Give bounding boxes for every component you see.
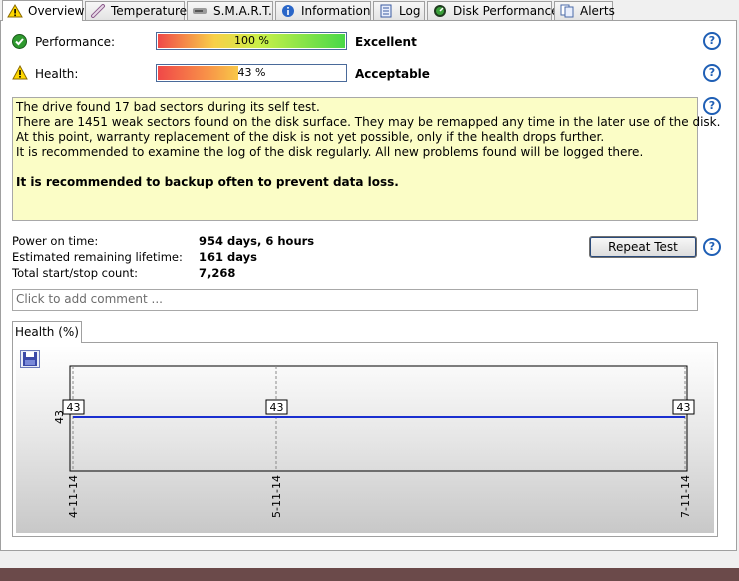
tab-disk-performance[interactable]: Disk Performance	[427, 1, 559, 20]
x-tick-label: 7-11-14	[679, 475, 692, 518]
health-label: Health:	[35, 67, 79, 81]
help-icon[interactable]: ?	[703, 64, 721, 82]
help-icon[interactable]: ?	[703, 32, 721, 50]
check-icon	[12, 34, 27, 52]
x-tick-label: 4-11-14	[67, 475, 80, 518]
warning-icon	[12, 64, 28, 83]
data-label: 43	[67, 401, 81, 414]
smart-icon	[192, 4, 208, 18]
y-tick-label: 43	[53, 410, 66, 424]
remaining-lifetime-label: Estimated remaining lifetime:	[12, 250, 183, 264]
data-label: 43	[677, 401, 691, 414]
tab-label: S.M.A.R.T.	[213, 4, 272, 18]
gauge-icon	[432, 4, 448, 18]
comment-input[interactable]: Click to add comment ...	[12, 289, 698, 311]
data-label: 43	[270, 401, 284, 414]
tab-label: Information	[301, 4, 371, 18]
start-stop-count-value: 7,268	[199, 266, 236, 280]
help-icon[interactable]: ?	[703, 238, 721, 256]
warning-icon	[7, 4, 23, 18]
log-icon	[378, 4, 394, 18]
start-stop-count-label: Total start/stop count:	[12, 266, 138, 280]
help-icon[interactable]: ?	[703, 97, 721, 115]
info-icon	[280, 4, 296, 18]
power-on-time-value: 954 days, 6 hours	[199, 234, 315, 248]
performance-bar: 100 %	[156, 32, 347, 50]
message-line: It is recommended to examine the log of …	[16, 145, 644, 159]
health-quality: Acceptable	[355, 67, 430, 81]
health-chart: 43 43 43434-11-14 5-11-14 7-11-14	[53, 365, 695, 518]
alerts-icon	[559, 4, 575, 18]
status-message: The drive found 17 bad sectors during it…	[12, 97, 721, 221]
thermometer-icon	[90, 4, 106, 18]
tab-label: Log	[399, 4, 421, 18]
tab-label: Overview	[28, 4, 85, 18]
health-chart-frame: 43 43 43 43 4-11-14 5-11-14 7-11-14	[12, 342, 718, 537]
power-on-time-label: Power on time:	[12, 234, 99, 248]
remaining-lifetime-value: 161 days	[199, 250, 257, 264]
tab-log[interactable]: Log	[373, 1, 425, 20]
message-line: The drive found 17 bad sectors during it…	[16, 100, 320, 114]
repeat-test-button[interactable]: Repeat Test	[589, 236, 697, 258]
tab-health-chart[interactable]: Health (%)	[12, 321, 82, 343]
window-bottom-edge	[0, 568, 739, 581]
tab-alerts[interactable]: Alerts	[554, 1, 615, 20]
health-bar: 43 %	[156, 64, 347, 82]
tab-label: Disk Performance	[453, 4, 559, 18]
performance-percent: 100 %	[234, 34, 269, 47]
tab-bar: Overview Temperature S.M.A.R.T. Informat…	[0, 0, 739, 21]
tab-overview[interactable]: Overview	[2, 0, 85, 21]
tab-smart[interactable]: S.M.A.R.T.	[187, 1, 273, 20]
message-recommendation: It is recommended to backup often to pre…	[16, 175, 399, 189]
health-percent: 43 %	[237, 66, 266, 79]
overview-panel: Performance: 100 % Excellent ? Health: 4…	[0, 20, 737, 551]
message-line: At this point, warranty replacement of t…	[16, 130, 605, 144]
performance-quality: Excellent	[355, 35, 417, 49]
tab-information[interactable]: Information	[275, 1, 371, 20]
tab-label: Temperature	[111, 4, 188, 18]
message-line: There are 1451 weak sectors found on the…	[16, 115, 721, 129]
plot-area	[69, 365, 688, 472]
performance-label: Performance:	[35, 35, 116, 49]
tab-temperature[interactable]: Temperature	[85, 1, 188, 20]
tab-label: Alerts	[580, 4, 615, 18]
x-tick-label: 5-11-14	[270, 475, 283, 518]
